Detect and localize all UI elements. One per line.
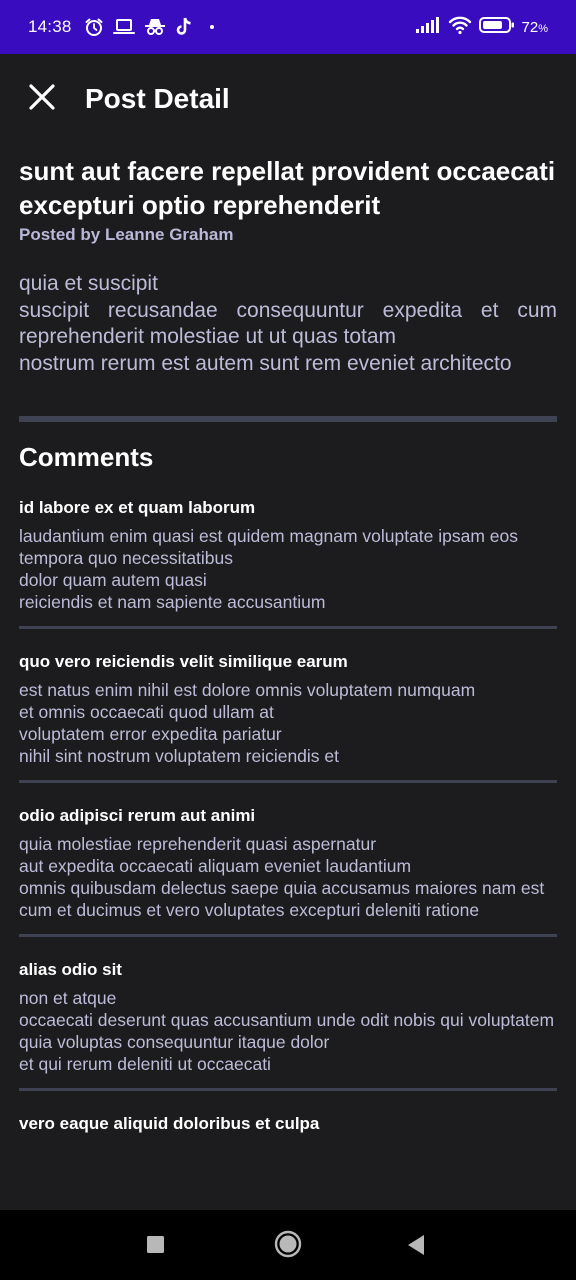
home-button[interactable] [274, 1230, 302, 1263]
comments-heading: Comments [19, 442, 154, 472]
comment-item: vero eaque aliquid doloribus et culpa [19, 1113, 557, 1135]
alarm-icon [84, 17, 104, 37]
comments-list: id labore ex et quam laborum laudantium … [19, 497, 557, 1135]
laptop-icon [112, 18, 135, 36]
comment-divider [19, 780, 557, 783]
comment-body: non et atque occaecati deserunt quas acc… [19, 988, 555, 1074]
comment-body: quia molestiae reprehenderit quasi asper… [19, 834, 545, 920]
incognito-icon [144, 17, 166, 37]
home-circle-icon[interactable] [274, 1230, 302, 1263]
tiktok-icon [175, 17, 193, 37]
comment-item: id labore ex et quam laborum laudantium … [19, 497, 557, 629]
comment-title: quo vero reiciendis velit similique earu… [19, 652, 348, 671]
comment-item: alias odio sit non et atque occaecati de… [19, 959, 557, 1091]
comment-divider [19, 934, 557, 937]
back-button[interactable] [406, 1234, 426, 1261]
page-title: Post Detail [85, 83, 230, 114]
comment-body: laudantium enim quasi est quidem magnam … [19, 526, 519, 612]
comment-item: quo vero reiciendis velit similique earu… [19, 651, 557, 783]
close-icon[interactable] [29, 83, 55, 115]
post-body: quia et suscipit suscipit recusandae con… [19, 272, 557, 375]
app-bar: Post Detail [0, 54, 576, 144]
recents-button[interactable] [146, 1235, 166, 1260]
close-button[interactable] [28, 83, 56, 115]
status-bar: 14:38 72% [0, 0, 576, 54]
recents-square-icon[interactable] [146, 1235, 166, 1260]
comment-divider [19, 626, 557, 629]
section-divider [19, 416, 557, 422]
battery-percent: 72% [521, 18, 548, 36]
navigation-bar [0, 1210, 576, 1280]
status-time: 14:38 [28, 17, 72, 36]
signal-icon [415, 16, 441, 39]
comment-title: alias odio sit [19, 960, 122, 979]
comment-title: vero eaque aliquid doloribus et culpa [19, 1114, 320, 1133]
back-triangle-icon[interactable] [406, 1234, 426, 1261]
comment-title: odio adipisci rerum aut animi [19, 806, 256, 825]
post-author: Posted by Leanne Graham [19, 225, 234, 244]
notification-dot [209, 25, 214, 29]
comment-title: id labore ex et quam laborum [19, 498, 256, 517]
comment-item: odio adipisci rerum aut animi quia moles… [19, 805, 557, 937]
comment-divider [19, 1088, 557, 1091]
wifi-icon [448, 15, 472, 40]
comment-body: est natus enim nihil est dolore omnis vo… [19, 680, 476, 766]
battery-icon [478, 16, 515, 39]
post-title: sunt aut facere repellat provident occae… [19, 156, 556, 220]
post-detail-content[interactable]: sunt aut facere repellat provident occae… [19, 154, 557, 1135]
